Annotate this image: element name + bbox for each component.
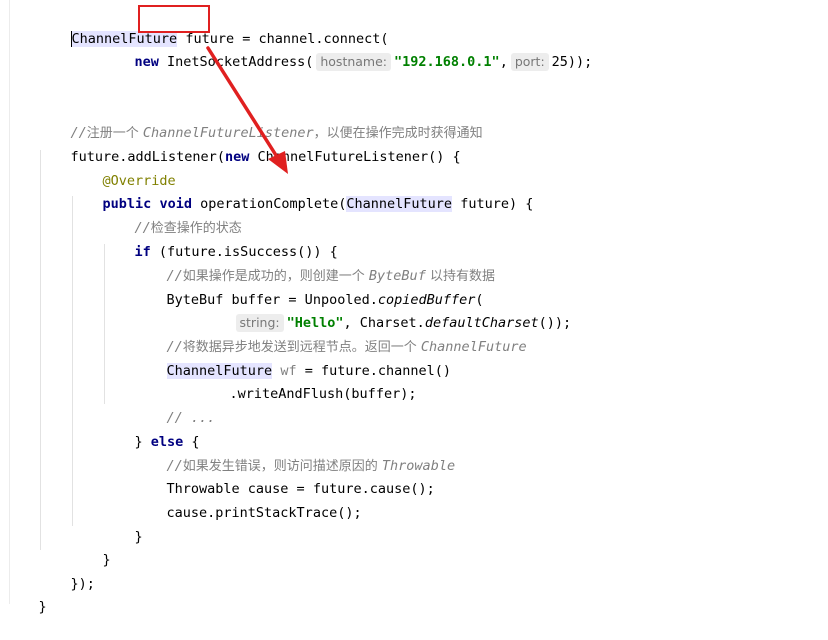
code-editor[interactable]: ChannelFuture future = channel.connect( … [0, 0, 828, 615]
annotation-arrow [206, 46, 288, 174]
